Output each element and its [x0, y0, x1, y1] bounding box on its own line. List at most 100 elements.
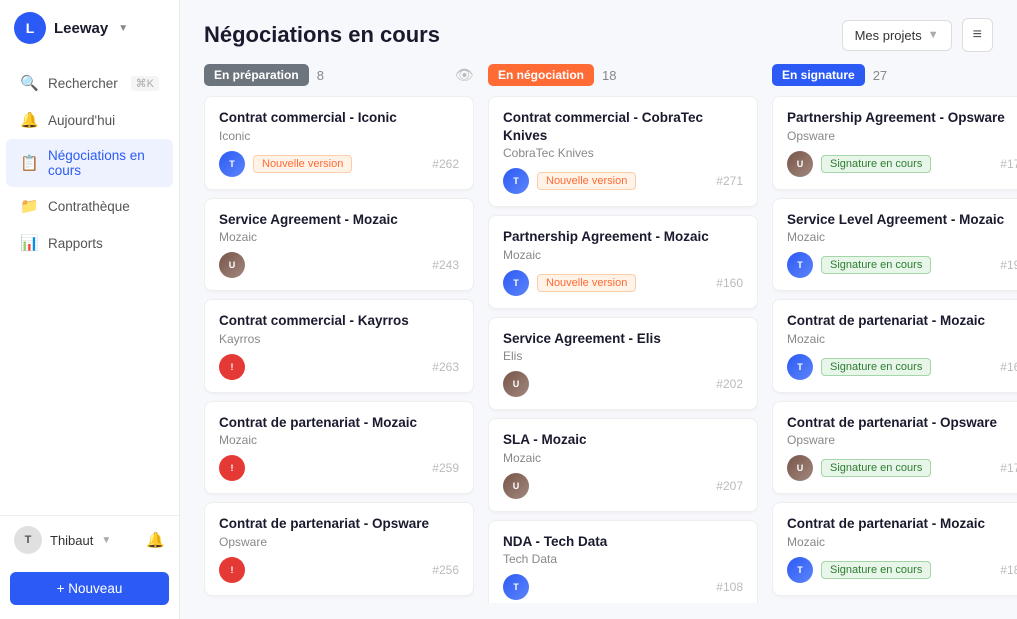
- card-footer: TNouvelle version#271: [503, 168, 743, 194]
- card-company: Opsware: [787, 433, 1017, 447]
- page-title: Négociations en cours: [204, 22, 440, 48]
- table-row[interactable]: Service Level Agreement - MozaicMozaicTS…: [772, 198, 1017, 292]
- card-number: #189: [1000, 563, 1017, 577]
- page-header: Négociations en cours Mes projets ▼ ≡: [180, 0, 1017, 64]
- card-footer: U #202: [503, 371, 743, 397]
- notification-bell-icon[interactable]: 🔔: [146, 531, 165, 549]
- sidebar-item-negociations[interactable]: 📋 Négociations en cours: [6, 139, 173, 187]
- table-row[interactable]: Contrat commercial - IconicIconicTNouvel…: [204, 96, 474, 190]
- status-badge: Signature en cours: [821, 155, 931, 173]
- table-row[interactable]: Service Agreement - ElisElis U #202: [488, 317, 758, 411]
- card-footer: TSignature en cours#198: [787, 252, 1017, 278]
- sidebar: L Leeway ▼ 🔍 Rechercher ⌘K 🔔 Aujourd'hui…: [0, 0, 180, 619]
- avatar: U: [503, 371, 529, 397]
- table-row[interactable]: Contrat commercial - CobraTec Knives Cobr…: [488, 96, 758, 207]
- search-shortcut: ⌘K: [131, 76, 159, 91]
- status-badge: Nouvelle version: [537, 172, 636, 190]
- sidebar-label-today: Aujourd'hui: [48, 113, 115, 128]
- project-selector-label: Mes projets: [855, 28, 922, 43]
- card-footer: TNouvelle version#262: [219, 151, 459, 177]
- card-title: Contrat de partenariat - Opsware: [787, 414, 1017, 432]
- card-footer: TSignature en cours#163: [787, 354, 1017, 380]
- app-name: Leeway: [54, 20, 108, 37]
- card-footer: U#243: [219, 252, 459, 278]
- table-row[interactable]: NDA - Tech DataTech DataT#108: [488, 520, 758, 603]
- avatar: !: [219, 354, 245, 380]
- sidebar-item-contratheque[interactable]: 📁 Contrathèque: [6, 188, 173, 224]
- avatar: T: [787, 557, 813, 583]
- card-company: Tech Data: [503, 552, 743, 566]
- logo[interactable]: L Leeway ▼: [0, 0, 179, 56]
- logo-icon: L: [14, 12, 46, 44]
- card-number: #262: [432, 157, 459, 171]
- card-footer: !#256: [219, 557, 459, 583]
- project-selector[interactable]: Mes projets ▼: [842, 20, 952, 51]
- card-title: Contrat de partenariat - Mozaic: [787, 312, 1017, 330]
- card-company: Mozaic: [787, 332, 1017, 346]
- cards-list-negociation: Contrat commercial - CobraTec Knives Cobr…: [488, 96, 758, 603]
- card-footer: USignature en cours#170: [787, 455, 1017, 481]
- table-row[interactable]: SLA - MozaicMozaicU#207: [488, 418, 758, 512]
- card-title: Service Agreement - Elis: [503, 330, 743, 348]
- card-company: Mozaic: [787, 230, 1017, 244]
- card-company: CobraTec Knives: [503, 146, 743, 160]
- card-number: #163: [1000, 360, 1017, 374]
- avatar: T: [503, 270, 529, 296]
- column-badge-preparation: En préparation: [204, 64, 309, 86]
- sidebar-nav: 🔍 Rechercher ⌘K 🔔 Aujourd'hui 📋 Négociat…: [0, 56, 179, 515]
- layout-toggle-button[interactable]: ≡: [962, 18, 993, 52]
- eye-icon[interactable]: 👁: [455, 66, 474, 84]
- card-company: Mozaic: [219, 230, 459, 244]
- card-company: Elis: [503, 349, 743, 363]
- clipboard-icon: 📋: [20, 154, 38, 172]
- card-footer: !#259: [219, 455, 459, 481]
- card-title: Contrat commercial - CobraTec Knives: [503, 109, 743, 144]
- card-company: Kayrros: [219, 332, 459, 346]
- sidebar-label-negociations: Négociations en cours: [48, 148, 159, 178]
- avatar: T: [219, 151, 245, 177]
- new-button[interactable]: + Nouveau: [10, 572, 169, 605]
- card-title: Partnership Agreement - Mozaic: [503, 228, 743, 246]
- card-company: Opsware: [219, 535, 459, 549]
- search-icon: 🔍: [20, 74, 38, 92]
- card-footer: USignature en cours#179: [787, 151, 1017, 177]
- card-number: #202: [716, 377, 743, 391]
- card-number: #271: [716, 174, 743, 188]
- card-title: Contrat commercial - Kayrros: [219, 312, 459, 330]
- avatar: U: [503, 473, 529, 499]
- table-row[interactable]: Contrat de partenariat - MozaicMozaicTSi…: [772, 502, 1017, 596]
- column-header-signature: En signature27: [772, 64, 1017, 86]
- card-number: #170: [1000, 461, 1017, 475]
- card-footer: T#108: [503, 574, 743, 600]
- table-row[interactable]: Contrat de partenariat - MozaicMozaic!#2…: [204, 401, 474, 495]
- card-number: #259: [432, 461, 459, 475]
- table-row[interactable]: Contrat de partenariat - OpswareOpsware U…: [772, 401, 1017, 495]
- card-title: Partnership Agreement - Opsware: [787, 109, 1017, 127]
- card-company: Mozaic: [503, 451, 743, 465]
- column-badge-negociation: En négociation: [488, 64, 594, 86]
- header-controls: Mes projets ▼ ≡: [842, 18, 993, 52]
- sidebar-item-search[interactable]: 🔍 Rechercher ⌘K: [6, 65, 173, 101]
- sidebar-item-rapports[interactable]: 📊 Rapports: [6, 225, 173, 261]
- user-profile[interactable]: T Thibaut ▼: [14, 526, 111, 554]
- user-chevron: ▼: [101, 535, 111, 546]
- column-count-signature: 27: [873, 68, 887, 83]
- table-row[interactable]: Partnership Agreement - OpswareOpswareUS…: [772, 96, 1017, 190]
- sidebar-bottom: T Thibaut ▼ 🔔: [0, 515, 179, 564]
- table-row[interactable]: Partnership Agreement - MozaicMozaicTNou…: [488, 215, 758, 309]
- table-row[interactable]: Contrat commercial - KayrrosKayrros!#263: [204, 299, 474, 393]
- table-row[interactable]: Service Agreement - MozaicMozaicU#243: [204, 198, 474, 292]
- card-title: Contrat de partenariat - Mozaic: [219, 414, 459, 432]
- sidebar-item-today[interactable]: 🔔 Aujourd'hui: [6, 102, 173, 138]
- table-row[interactable]: Contrat de partenariat - OpswareOpsware!…: [204, 502, 474, 596]
- avatar: U: [219, 252, 245, 278]
- project-selector-chevron: ▼: [928, 29, 939, 41]
- grid-icon: ≡: [973, 26, 982, 44]
- column-count-negociation: 18: [602, 68, 616, 83]
- card-number: #207: [716, 479, 743, 493]
- table-row[interactable]: Contrat de partenariat - Mozaic Mozaic TSi…: [772, 299, 1017, 393]
- main-content: Négociations en cours Mes projets ▼ ≡ En…: [180, 0, 1017, 619]
- column-signature: En signature27 Partnership Agreement - Op…: [772, 64, 1017, 603]
- avatar: !: [219, 557, 245, 583]
- card-number: #160: [716, 276, 743, 290]
